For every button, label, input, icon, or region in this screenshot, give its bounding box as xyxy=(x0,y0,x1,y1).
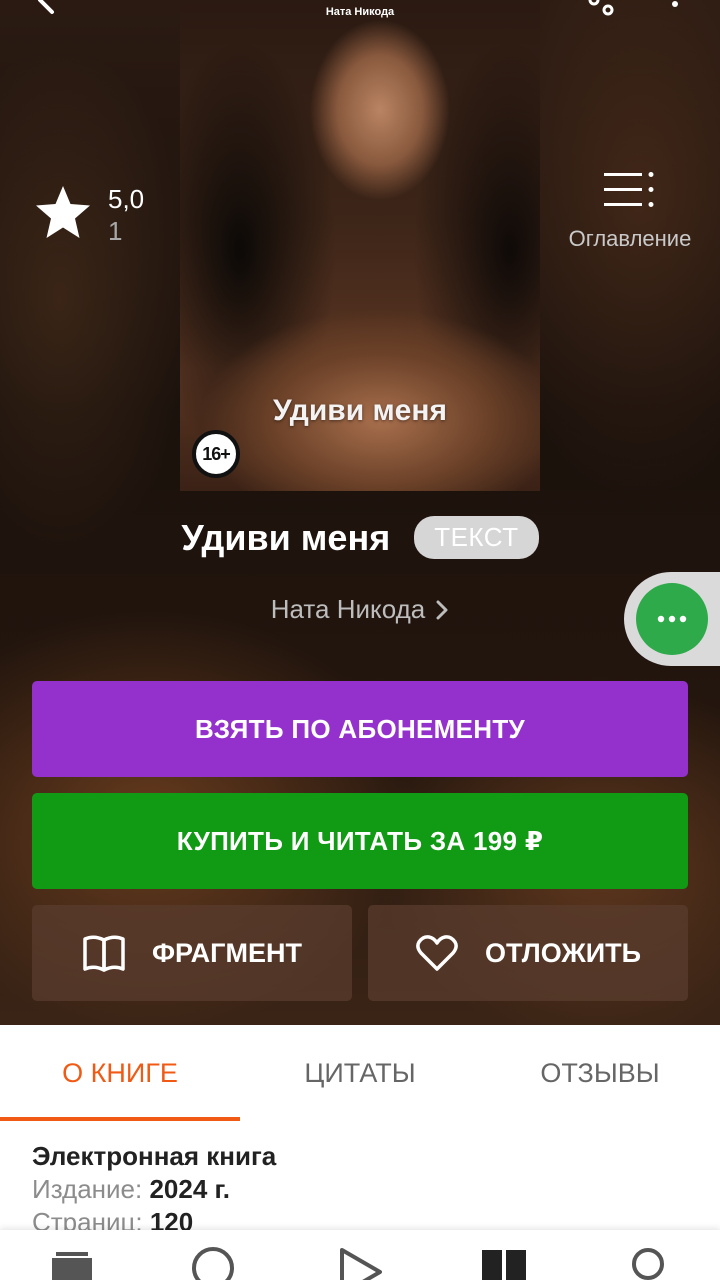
table-of-contents-icon[interactable] xyxy=(604,172,656,208)
book-tabs: О КНИГЕ ЦИТАТЫ ОТЗЫВЫ xyxy=(0,1025,720,1121)
search-icon[interactable] xyxy=(190,1246,238,1280)
postpone-label: ОТЛОЖИТЬ xyxy=(484,937,642,968)
edition-label: Издание: xyxy=(32,1174,143,1204)
fragment-label: ФРАГМЕНТ xyxy=(152,937,302,968)
floating-actions-tab xyxy=(624,572,720,666)
book-cover[interactable]: Ната Никода Удиви меня 16+ xyxy=(180,0,540,491)
rating-count: 1 xyxy=(108,216,123,246)
edition-row: Издание: 2024 г. xyxy=(32,1173,692,1206)
more-horizontal-icon xyxy=(657,615,687,623)
tab-reviews[interactable]: ОТЗЫВЫ xyxy=(480,1025,720,1121)
cover-title: Удиви меня xyxy=(273,394,447,427)
details-heading: Электронная книга xyxy=(32,1141,277,1171)
cover-author: Ната Никода xyxy=(325,6,395,18)
title-row: Удиви меня ТЕКСТ xyxy=(0,516,720,559)
fragment-button[interactable]: ФРАГМЕНТ xyxy=(32,905,352,1001)
subscription-button[interactable]: ВЗЯТЬ ПО АБОНЕМЕНТУ xyxy=(32,681,688,777)
floating-more-button[interactable] xyxy=(636,583,708,655)
heart-icon xyxy=(416,935,458,971)
my-books-icon[interactable] xyxy=(48,1246,96,1280)
table-of-contents-label[interactable]: Оглавление xyxy=(560,226,700,252)
buy-button[interactable]: КУПИТЬ И ЧИТАТЬ ЗА 199 ₽ xyxy=(32,793,688,889)
chevron-right-icon xyxy=(436,600,448,619)
share-icon[interactable] xyxy=(586,0,616,16)
play-icon[interactable] xyxy=(336,1246,384,1280)
star-icon[interactable] xyxy=(34,184,92,240)
edition-value: 2024 г. xyxy=(149,1174,230,1204)
profile-icon[interactable] xyxy=(624,1246,672,1280)
rating-value: 5,0 xyxy=(108,184,145,214)
type-badge: ТЕКСТ xyxy=(414,516,539,559)
author-name: Ната Никода xyxy=(270,594,426,624)
age-rating-badge: 16+ xyxy=(192,430,240,478)
tab-about[interactable]: О КНИГЕ xyxy=(0,1025,240,1121)
open-book-icon xyxy=(83,935,125,972)
tab-quotes[interactable]: ЦИТАТЫ xyxy=(240,1025,480,1121)
back-icon[interactable] xyxy=(30,0,60,16)
author-link[interactable]: Ната Никода xyxy=(0,594,720,625)
book-title: Удиви меня xyxy=(181,516,391,558)
catalog-icon[interactable] xyxy=(480,1246,528,1280)
postpone-button[interactable]: ОТЛОЖИТЬ xyxy=(368,905,688,1001)
bottom-navigation xyxy=(0,1230,720,1280)
more-vertical-icon[interactable] xyxy=(668,0,682,16)
book-details: Электронная книга Издание: 2024 г. Стран… xyxy=(32,1140,692,1239)
book-hero: Ната Никода Удиви меня 16+ 5,0 1 Оглавле… xyxy=(0,0,720,1025)
